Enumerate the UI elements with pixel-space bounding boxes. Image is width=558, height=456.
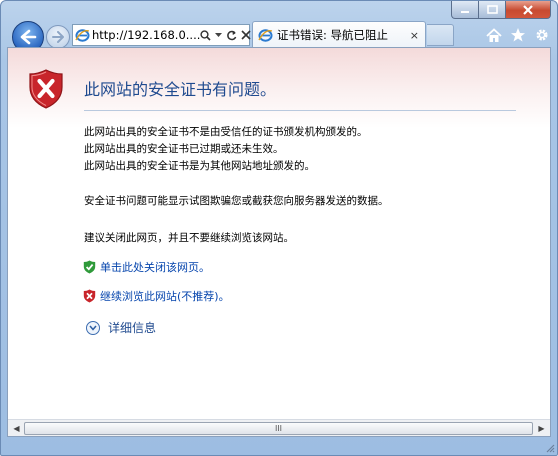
title-divider [84,110,516,111]
risk-text: 安全证书问题可能显示试图欺骗您或截获您向服务器发送的数据。 [84,195,389,207]
page-title: 此网站的安全证书有问题。 [84,80,277,99]
search-icon[interactable] [200,29,211,41]
new-tab-button[interactable] [427,24,454,46]
tab-certificate-error[interactable]: 证书错误: 导航已阻止 × [252,21,426,48]
scroll-left-icon[interactable]: ◀ [9,421,24,435]
green-shield-icon [82,260,96,274]
scroll-right-icon[interactable]: ▶ [534,421,549,435]
ie-page-icon [75,26,90,44]
issue-line-2: 此网站出具的安全证书已过期或还未生效。 [84,143,284,155]
command-icons [485,26,551,44]
red-shield-icon [82,289,96,303]
more-info-label[interactable]: 详细信息 [108,319,156,336]
stop-icon[interactable] [241,30,251,40]
minimize-button[interactable] [451,1,479,19]
continue-link[interactable]: 继续浏览此网站(不推荐)。 [82,288,230,304]
recommendation-text: 建议关闭此网页，并且不要继续浏览该网站。 [84,232,294,244]
close-page-link[interactable]: 单击此处关闭该网页。 [82,259,210,275]
address-url: http://192.168.0.... [92,28,201,42]
page-content: 此网站的安全证书有问题。 此网站出具的安全证书不是由受信任的证书颁发机构颁发的。… [7,47,551,437]
minimize-icon [461,10,469,13]
horizontal-scrollbar[interactable]: ◀ III ▶ [8,419,550,436]
tab-ie-icon [256,26,274,44]
close-page-link-label[interactable]: 单击此处关闭该网页。 [100,259,210,275]
more-info-toggle[interactable]: 详细信息 [86,319,156,336]
scrollbar-thumb[interactable]: III [24,422,533,435]
resize-grip-icon[interactable] [545,443,555,453]
forward-button[interactable] [46,25,70,49]
maximize-icon [486,5,498,14]
forward-arrow-icon [52,31,64,43]
tab-close-icon[interactable]: × [410,29,419,42]
browser-window: http://192.168.0.... 证书错误: 导航已阻止 × 此网站的安… [0,0,558,456]
caption-buttons [451,1,551,19]
tools-gear-icon[interactable] [533,26,551,44]
error-shield-icon [29,69,63,109]
home-icon[interactable] [485,26,503,44]
chevron-down-icon [86,320,100,335]
refresh-icon[interactable] [226,30,237,41]
dropdown-icon[interactable] [215,32,223,38]
thumb-grip: III [274,424,283,433]
continue-link-label[interactable]: 继续浏览此网站(不推荐)。 [100,288,230,304]
close-icon [523,4,533,15]
back-arrow-icon [20,29,37,45]
address-bar[interactable]: http://192.168.0.... [72,24,251,46]
tab-title: 证书错误: 导航已阻止 [277,28,389,42]
maximize-button[interactable] [479,1,506,19]
issue-line-3: 此网站出具的安全证书是为其他网站地址颁发的。 [84,160,315,172]
favorites-star-icon[interactable] [509,26,527,44]
close-button[interactable] [506,1,551,19]
issue-line-1: 此网站出具的安全证书不是由受信任的证书颁发机构颁发的。 [84,126,368,138]
